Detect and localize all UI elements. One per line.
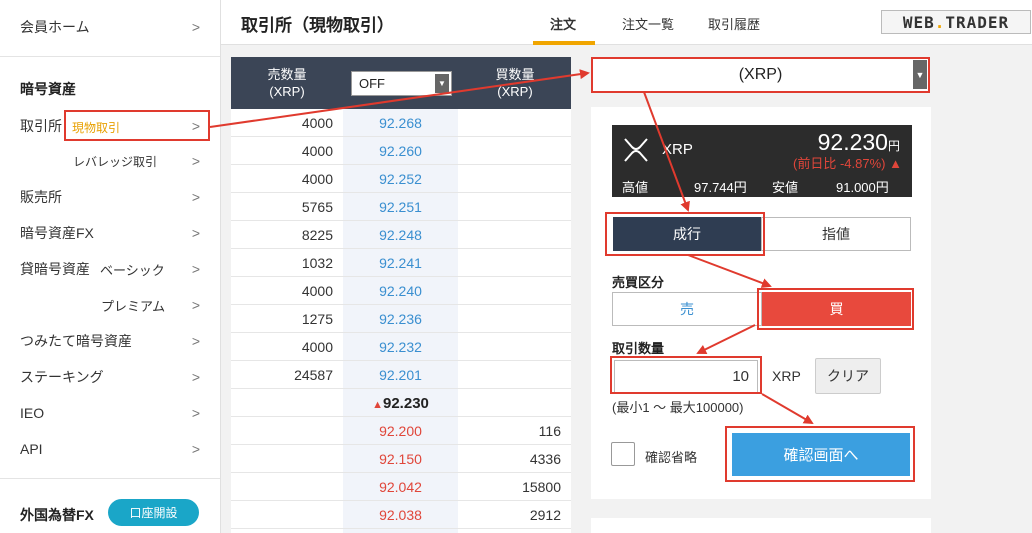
chevron-right-icon: >: [191, 369, 200, 385]
sidebar-item-lending-basic[interactable]: 貸暗号資産 ベーシック >: [0, 251, 220, 287]
sidebar-item-label: 販売所: [20, 189, 62, 205]
sidebar-item-label: 暗号資産FX: [20, 225, 94, 241]
highlight-confirm: [725, 426, 915, 482]
limit-order-button[interactable]: 指値: [761, 217, 911, 251]
chevron-right-icon: >: [191, 405, 200, 421]
sidebar-item-label: API: [20, 441, 43, 457]
ask-row[interactable]: 1275 92.236: [231, 305, 571, 333]
skip-confirm-label: 確認省略: [645, 450, 698, 465]
sidebar-item-tsumitate[interactable]: つみたて暗号資産 >: [0, 323, 220, 359]
chevron-right-icon: >: [191, 153, 200, 169]
chevron-right-icon: >: [191, 297, 200, 313]
sidebar-item-label: 貸暗号資産: [20, 261, 90, 277]
ticker-card: XRP 92.230円 (前日比 -4.87%) ▲ 高値 97.744円 安値…: [612, 125, 912, 197]
sell-qty-header: 売数量 (XRP): [267, 67, 307, 99]
dropdown-arrow-icon: ▼: [435, 74, 449, 93]
skip-confirm-checkbox[interactable]: [611, 442, 635, 466]
bid-row[interactable]: 92.038 2912: [231, 501, 571, 529]
sidebar-item-lending-premium[interactable]: プレミアム >: [0, 287, 220, 323]
bid-row[interactable]: 92.200 116: [231, 417, 571, 445]
ask-row[interactable]: 4000 92.260: [231, 137, 571, 165]
secondary-panel: [591, 518, 931, 533]
quantity-label: 取引数量: [612, 341, 665, 356]
sidebar-item-label: レバレッジ取引: [73, 154, 158, 169]
arrow-up-icon: ▲: [372, 399, 383, 411]
high-value: 97.744円: [694, 180, 747, 195]
high-label: 高値: [622, 180, 649, 195]
order-book-header: 売数量 (XRP) OFF ▼ 買数量 (XRP): [231, 57, 571, 109]
chevron-right-icon: >: [191, 333, 200, 349]
active-tab-indicator: [533, 41, 595, 45]
divider: [0, 56, 220, 57]
tab-trade-history[interactable]: 取引履歴: [708, 14, 760, 33]
sidebar: 会員ホーム > 暗号資産 取引所 > 現物取引 レバレッジ取引 > 販売所 > …: [0, 0, 221, 533]
low-value: 91.000円: [836, 180, 889, 195]
sidebar-item-api[interactable]: API >: [0, 431, 220, 467]
highlight-market-order: [605, 212, 765, 256]
ask-row[interactable]: 4000 92.268: [231, 109, 571, 137]
sidebar-item-label: ステーキング: [20, 369, 104, 385]
app-root: 会員ホーム > 暗号資産 取引所 > 現物取引 レバレッジ取引 > 販売所 > …: [0, 0, 1032, 533]
ask-row[interactable]: 5765 92.251: [231, 193, 571, 221]
sidebar-item-label: つみたて暗号資産: [20, 333, 132, 349]
tab-order-list[interactable]: 注文一覧: [622, 14, 674, 33]
ask-row[interactable]: 4000 92.252: [231, 165, 571, 193]
xrp-logo-icon: [624, 138, 648, 162]
section-heading-fx: 外国為替FX: [20, 507, 94, 523]
sidebar-item-staking[interactable]: ステーキング >: [0, 359, 220, 395]
ask-row[interactable]: 8225 92.248: [231, 221, 571, 249]
sidebar-item-label: 取引所: [20, 118, 62, 134]
order-book: 売数量 (XRP) OFF ▼ 買数量 (XRP) 4000 92.268 400…: [231, 57, 571, 533]
highlight-quantity: [610, 356, 762, 394]
sidebar-item-label: IEO: [20, 405, 45, 421]
chevron-right-icon: >: [191, 225, 200, 241]
sidebar-item-member-home[interactable]: 会員ホーム >: [0, 9, 220, 45]
ask-row[interactable]: 4000 92.240: [231, 277, 571, 305]
quantity-hint: (最小1 〜 最大100000): [612, 400, 744, 415]
sidebar-item-spot-trading[interactable]: 現物取引: [72, 119, 120, 136]
section-heading-crypto: 暗号資産: [20, 81, 76, 97]
divider: [0, 478, 220, 479]
sidebar-item-store[interactable]: 販売所 >: [0, 179, 220, 215]
header: 取引所（現物取引） 注文 注文一覧 取引履歴 WEB. TRADER: [221, 0, 1032, 45]
sidebar-item-label: 会員ホーム: [20, 19, 90, 35]
ask-row[interactable]: 4000 92.232: [231, 333, 571, 361]
ticker-symbol: XRP: [662, 141, 693, 158]
sidebar-item-ieo[interactable]: IEO >: [0, 395, 220, 431]
webtrader-logo: WEB. TRADER: [881, 10, 1031, 34]
buy-qty-header: 買数量 (XRP): [495, 67, 535, 99]
ask-row[interactable]: 1032 92.241: [231, 249, 571, 277]
bid-row[interactable]: 92.150 4336: [231, 445, 571, 473]
highlight-buy: [757, 288, 914, 330]
side-label: 売買区分: [612, 275, 665, 290]
page-title: 取引所（現物取引）: [241, 16, 394, 35]
ask-row[interactable]: 24587 92.201: [231, 361, 571, 389]
chevron-right-icon: >: [191, 189, 200, 205]
sidebar-item-crypto-fx[interactable]: 暗号資産FX >: [0, 215, 220, 251]
sidebar-item-label: プレミアム: [101, 298, 166, 314]
last-price-row: ▲92.230: [231, 389, 571, 417]
grouping-select[interactable]: OFF ▼: [351, 71, 452, 96]
chevron-right-icon: >: [191, 261, 200, 277]
sidebar-item-sublabel: ベーシック: [100, 262, 165, 278]
clear-button[interactable]: クリア: [815, 358, 881, 394]
chevron-right-icon: >: [191, 19, 200, 35]
open-account-button[interactable]: 口座開設: [108, 499, 199, 526]
ticker-price: 92.230円: [817, 129, 900, 155]
sidebar-item-leverage[interactable]: レバレッジ取引 >: [0, 143, 220, 179]
last-price: ▲92.230: [372, 395, 429, 412]
arrow-up-icon: ▲: [889, 156, 902, 171]
bid-row[interactable]: 92.042 15800: [231, 473, 571, 501]
highlight-symbol-select: [591, 57, 930, 93]
chevron-right-icon: >: [191, 441, 200, 457]
ticker-change: (前日比 -4.87%) ▲: [793, 156, 902, 171]
tab-order[interactable]: 注文: [550, 14, 576, 33]
quantity-unit: XRP: [772, 368, 801, 384]
sell-button[interactable]: 売: [612, 292, 762, 326]
low-label: 安値: [772, 180, 799, 195]
